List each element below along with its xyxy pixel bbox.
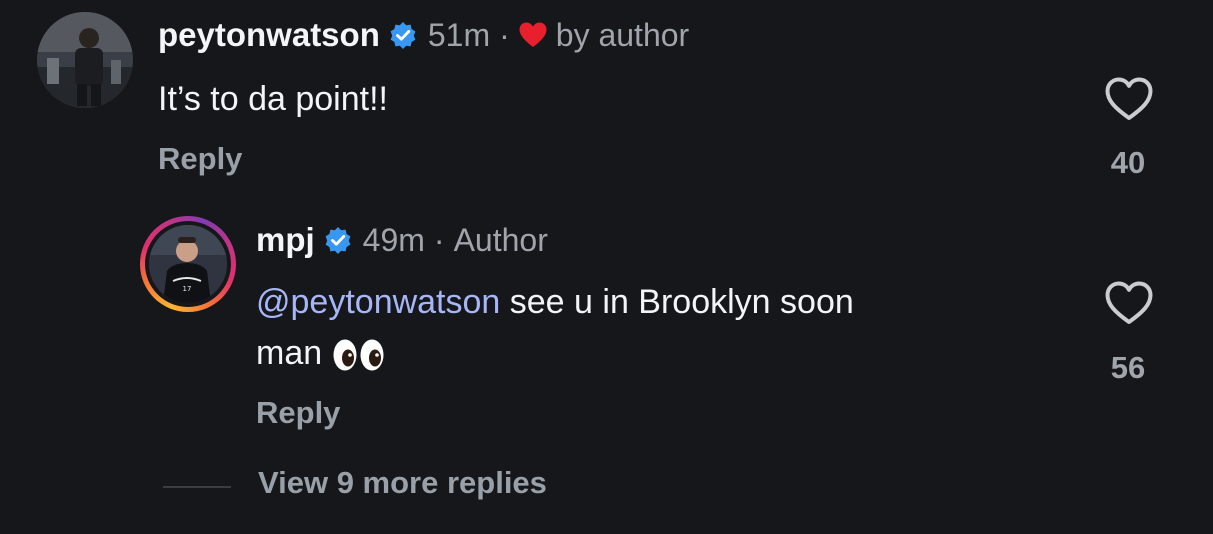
comment-header: peytonwatson 51m · by author bbox=[158, 16, 689, 54]
verified-badge-icon bbox=[390, 22, 416, 49]
reply-time: 49m bbox=[362, 221, 425, 258]
liked-by-author-label: by author bbox=[555, 16, 690, 53]
verified-badge-icon bbox=[325, 227, 351, 254]
like-count: 40 bbox=[1110, 145, 1146, 180]
reply-text: see u in Brooklyn soon bbox=[500, 283, 854, 321]
heart-outline-icon[interactable] bbox=[1104, 76, 1154, 122]
avatar-mpj[interactable]: 17 bbox=[149, 225, 227, 303]
separator-dot: · bbox=[433, 221, 445, 258]
story-ring[interactable]: 17 bbox=[140, 216, 236, 312]
reply-header: mpj 49m · Author bbox=[256, 221, 548, 259]
reply-text-line-1: @peytonwatson see u in Brooklyn soon bbox=[256, 277, 854, 327]
comment-text: It’s to da point!! bbox=[158, 80, 388, 118]
like-count: 56 bbox=[1110, 350, 1146, 385]
reply-username[interactable]: mpj bbox=[256, 221, 315, 259]
reply-text-continued: man bbox=[256, 334, 323, 372]
heart-outline-icon[interactable] bbox=[1104, 280, 1154, 326]
thread-divider bbox=[163, 486, 231, 488]
svg-text:17: 17 bbox=[183, 285, 192, 293]
eyes-emoji-icon bbox=[333, 339, 384, 371]
reply-text-line-2: man bbox=[256, 328, 386, 378]
comment-time: 51m bbox=[427, 16, 491, 53]
view-more-replies-button[interactable]: View 9 more replies bbox=[258, 465, 547, 501]
avatar-peytonwatson[interactable] bbox=[37, 12, 133, 108]
heart-filled-icon bbox=[519, 22, 547, 47]
reply-button[interactable]: Reply bbox=[158, 141, 242, 177]
separator-dot: · bbox=[499, 16, 510, 53]
reply-button[interactable]: Reply bbox=[256, 395, 340, 431]
author-label: Author bbox=[453, 221, 548, 258]
mention-link[interactable]: @peytonwatson bbox=[256, 283, 500, 321]
comment-username[interactable]: peytonwatson bbox=[158, 16, 380, 54]
